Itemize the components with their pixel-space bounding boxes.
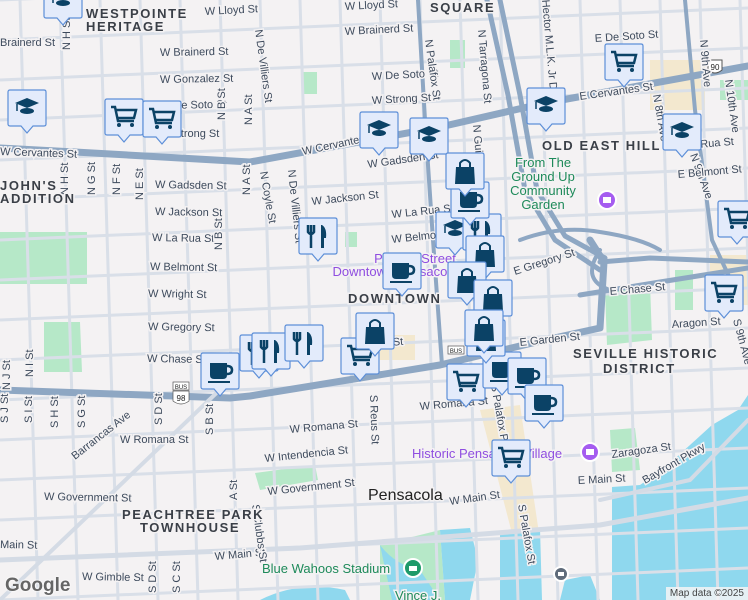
- shopping-marker[interactable]: [355, 312, 395, 357]
- street-label: W Chase St: [147, 353, 206, 366]
- street-label: S J St: [0, 394, 11, 423]
- museum-icon[interactable]: [580, 442, 600, 462]
- coffee-marker[interactable]: [200, 352, 240, 397]
- street-label: Brainerd St: [0, 37, 55, 49]
- street-label: N B St: [213, 218, 225, 250]
- street-label: N I St: [24, 349, 36, 377]
- street-label: W Wright St: [148, 288, 207, 301]
- bus-98-shield: BUS 98: [172, 381, 190, 405]
- street-label: S G St: [76, 396, 88, 428]
- cart-marker[interactable]: [104, 98, 144, 143]
- city-label[interactable]: Pensacola: [367, 486, 445, 506]
- street-label: W Gadsden St: [155, 179, 227, 192]
- street-label: N B St: [216, 88, 228, 120]
- neighborhood-label: SEVILLE HISTORIC: [573, 346, 718, 361]
- street-label: W Brainerd St: [160, 46, 229, 59]
- garden-label-1[interactable]: From The: [513, 154, 572, 172]
- restaurant-marker[interactable]: [284, 324, 324, 369]
- cart-marker[interactable]: [446, 363, 486, 408]
- svg-text:98: 98: [177, 394, 186, 403]
- svg-text:BUS: BUS: [175, 385, 187, 391]
- street-label: W Gregory St: [148, 321, 215, 334]
- street-label: W Government St: [44, 491, 132, 505]
- street-label: W La Rua St: [152, 232, 215, 245]
- street-label: S C St: [171, 561, 183, 593]
- neighborhood-label: DOWNTOWN: [348, 291, 441, 306]
- cart-marker[interactable]: [491, 439, 531, 484]
- stadium-icon[interactable]: [403, 558, 423, 578]
- neighborhood-label: TOWNHOUSE: [140, 520, 240, 535]
- street-label: E Main St: [578, 473, 626, 487]
- street-label: N A St: [243, 94, 255, 125]
- map-attribution[interactable]: Map data ©2025: [665, 587, 748, 600]
- stadium-label[interactable]: Blue Wahoos Stadium: [261, 560, 392, 578]
- neighborhood-label: ADDITION: [0, 191, 76, 206]
- street-label: N F St: [111, 164, 123, 195]
- garden-label-2[interactable]: Ground Up: [510, 168, 577, 186]
- cart-marker[interactable]: [604, 43, 644, 88]
- neighborhood-label: SQUARE: [430, 0, 495, 15]
- vince-label[interactable]: Vince J.: [394, 587, 443, 600]
- street-label: W Jackson St: [155, 206, 222, 219]
- street-label: S B St: [204, 404, 216, 435]
- garden-label-4[interactable]: Garden: [520, 196, 566, 214]
- street-label: N J St: [1, 360, 13, 390]
- street-label: S H St: [49, 396, 61, 428]
- map-canvas[interactable]: 90 BUS 98 BUS W Lloyd St W Lloyd StBraine…: [0, 0, 748, 600]
- cart-marker[interactable]: [717, 200, 748, 245]
- education-marker[interactable]: [7, 89, 47, 134]
- street-label: S D St: [153, 393, 165, 425]
- coffee-marker[interactable]: [524, 384, 564, 429]
- google-logo: Google: [5, 575, 71, 596]
- cart-marker[interactable]: [142, 100, 182, 145]
- restaurant-marker[interactable]: [298, 217, 338, 262]
- street-label: W Belmont St: [150, 261, 217, 274]
- restaurant-marker[interactable]: [251, 332, 291, 377]
- street-label: W Gonzalez St: [160, 73, 234, 86]
- street-label: W Romana St: [120, 434, 188, 446]
- cart-marker[interactable]: [704, 274, 744, 319]
- street-label: N E St: [134, 168, 146, 200]
- ferry-icon[interactable]: [553, 566, 569, 582]
- street-label: S D St: [147, 561, 159, 593]
- coffee-marker[interactable]: [382, 252, 422, 297]
- garden-label-3[interactable]: Community: [509, 182, 578, 200]
- education-marker[interactable]: [662, 113, 702, 158]
- svg-text:BUS: BUS: [450, 349, 462, 355]
- street-label: A St: [228, 480, 240, 500]
- education-marker[interactable]: [359, 111, 399, 156]
- museum-icon[interactable]: [597, 190, 617, 210]
- street-label: Main St: [0, 539, 37, 552]
- bus-shield: BUS: [447, 345, 465, 355]
- neighborhood-label: DISTRICT: [603, 361, 676, 376]
- shopping-marker[interactable]: [445, 152, 485, 197]
- neighborhood-label: OLD EAST HILL: [542, 138, 661, 153]
- shopping-marker[interactable]: [464, 309, 504, 354]
- street-label: N A St: [241, 164, 253, 195]
- street-label: S I St: [23, 396, 35, 423]
- neighborhood-label: HERITAGE: [86, 19, 165, 34]
- historic-village-label[interactable]: Historic Pensacola Village: [411, 445, 564, 463]
- street-label: S Reus St: [367, 395, 381, 445]
- street-label: N G St: [86, 162, 98, 195]
- education-marker[interactable]: [409, 117, 449, 162]
- street-label: W Gimble St: [82, 571, 144, 584]
- education-marker[interactable]: [526, 87, 566, 132]
